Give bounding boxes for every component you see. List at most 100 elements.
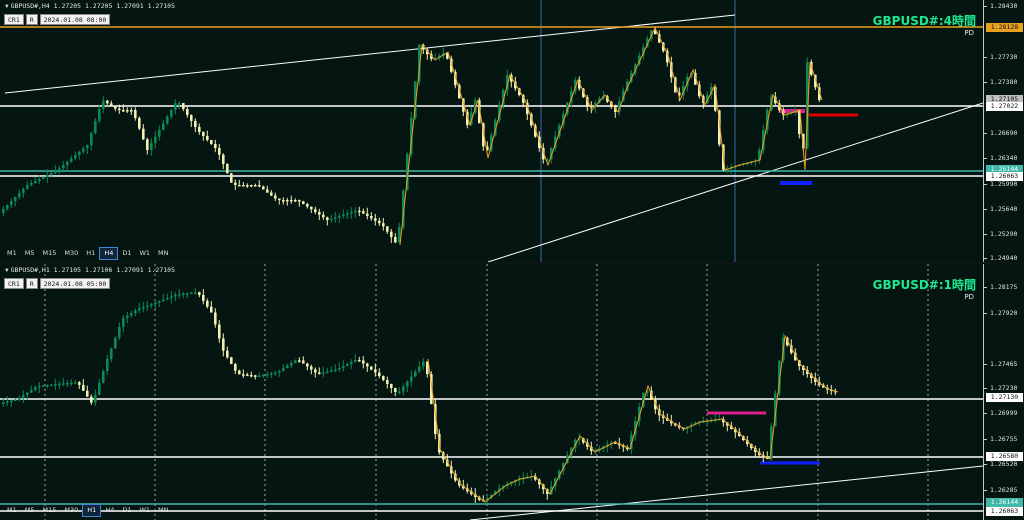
h1-tf-w1[interactable]: W1: [135, 505, 154, 516]
candle-body: [242, 374, 245, 376]
candle-body: [54, 384, 57, 386]
h1-tf-h1[interactable]: H1: [82, 504, 102, 517]
candle-body: [310, 206, 313, 210]
h1-tf-mn[interactable]: MN: [154, 505, 172, 516]
h1-chart-panel[interactable]: ▼ GBPUSD#,H1 1.27105 1.27106 1.27091 1.27…: [0, 264, 1024, 520]
candle-body: [114, 337, 117, 349]
h4-chart-panel[interactable]: ▼ GBPUSD#,H4 1.27205 1.27205 1.27091 1.27…: [0, 0, 1024, 262]
candle-body: [346, 213, 349, 215]
candle-body: [226, 350, 229, 358]
candle-body: [282, 200, 285, 202]
candle-body: [122, 110, 125, 112]
candle-body: [110, 103, 113, 106]
h1-symbol-header: ▼ GBPUSD#,H1 1.27105 1.27106 1.27091 1.27…: [5, 266, 175, 274]
candle-body: [374, 369, 377, 373]
h1-tf-d1[interactable]: D1: [118, 505, 135, 516]
candle-body: [74, 155, 77, 159]
candle-body: [338, 216, 341, 218]
candle-body: [366, 213, 369, 216]
candle-body: [346, 364, 349, 366]
candle-body: [258, 375, 261, 378]
h4-tf-w1[interactable]: W1: [135, 248, 154, 259]
candle-body: [234, 364, 237, 371]
candle-body: [126, 315, 129, 319]
candle-body: [266, 189, 269, 193]
h1-candles: [2, 288, 837, 504]
candle-body: [390, 231, 393, 237]
candle-body: [150, 304, 153, 306]
candle-body: [2, 209, 5, 213]
h1-tf-m30[interactable]: M30: [60, 505, 82, 516]
candle-body: [82, 384, 85, 391]
candle-body: [86, 145, 89, 149]
candle-body: [118, 327, 121, 338]
h4-tf-m15[interactable]: M15: [39, 248, 61, 259]
candle-body: [250, 185, 253, 187]
h4-chart-svg: [0, 0, 983, 262]
h4-tf-m1[interactable]: M1: [3, 248, 21, 259]
candle-body: [394, 237, 397, 243]
candle-body: [298, 360, 301, 362]
h4-price-tick: 1.24940: [984, 254, 1017, 262]
h4-price-tick: 1.27380: [984, 78, 1017, 86]
candle-body: [154, 136, 157, 144]
h4-tf-h4[interactable]: H4: [99, 247, 119, 260]
candle-body: [278, 370, 281, 373]
candle-body: [146, 305, 149, 307]
h4-price-axis[interactable]: 1.28430 1.27730 1.27380 1.26690 1.26340 …: [983, 0, 1024, 262]
candle-body: [130, 313, 133, 316]
candle-body: [174, 294, 177, 297]
h1-chart-subtitle: PD: [964, 293, 974, 301]
candle-body: [214, 312, 217, 325]
candle-body: [242, 185, 245, 187]
h4-price-tick: 1.28430: [984, 2, 1017, 10]
candle-body: [254, 375, 257, 377]
h4-tf-mn[interactable]: MN: [154, 248, 172, 259]
candle-body: [142, 306, 145, 309]
h1-tf-h4[interactable]: H4: [101, 505, 118, 516]
candle-body: [222, 154, 225, 164]
candle-body: [58, 168, 61, 171]
h1-tf-m1[interactable]: M1: [3, 505, 21, 516]
candle-body: [26, 185, 29, 189]
candle-body: [38, 385, 41, 388]
candle-body: [298, 200, 301, 202]
candle-body: [18, 397, 21, 400]
h4-timeframe-bar: M1 M5 M15 M30 H1 H4 D1 W1 MN: [3, 247, 173, 260]
h4-chart-subtitle: PD: [964, 29, 974, 37]
h4-price-tick: 1.27730: [984, 53, 1017, 61]
candle-body: [114, 106, 117, 109]
dropdown-triangle-icon[interactable]: ▼: [5, 3, 9, 10]
h4-plot-area[interactable]: [0, 0, 983, 262]
h1-plot-area[interactable]: [0, 264, 983, 520]
candle-body: [106, 359, 109, 371]
candle-body: [310, 366, 313, 370]
candle-body: [122, 318, 125, 327]
candle-body: [186, 293, 189, 295]
h4-tf-m30[interactable]: M30: [60, 248, 82, 259]
h4-tf-m5[interactable]: M5: [21, 248, 39, 259]
h1-price-badge-teal: 1.26144: [986, 498, 1023, 507]
h4-cr1-button[interactable]: CR1: [4, 14, 24, 25]
h1-price-axis[interactable]: 1.28175 1.27920 1.27465 1.27230 1.26999 …: [983, 264, 1024, 520]
h1-tf-m15[interactable]: M15: [39, 505, 61, 516]
h4-tf-h1[interactable]: H1: [82, 248, 99, 259]
candle-body: [158, 130, 161, 137]
h1-price-tick: 1.26755: [984, 435, 1017, 443]
h4-price-badge-white: 1.27022: [986, 102, 1023, 111]
candle-body: [50, 384, 53, 387]
h4-tf-d1[interactable]: D1: [118, 248, 135, 259]
candle-body: [106, 100, 109, 104]
candle-body: [98, 109, 101, 121]
candle-body: [42, 177, 45, 179]
dropdown-triangle-icon[interactable]: ▼: [5, 267, 9, 274]
h1-cr1-button[interactable]: CR1: [4, 278, 24, 289]
h1-datetime-label: 2024.01.08 05:00: [39, 278, 111, 289]
h1-r-button[interactable]: R: [25, 278, 38, 289]
candle-body: [10, 400, 13, 402]
h1-tf-m5[interactable]: M5: [21, 505, 39, 516]
h1-price-badge-white-low: 1.26063: [986, 507, 1023, 516]
h4-r-button[interactable]: R: [25, 14, 38, 25]
candle-body: [102, 100, 105, 109]
candle-body: [90, 133, 93, 145]
